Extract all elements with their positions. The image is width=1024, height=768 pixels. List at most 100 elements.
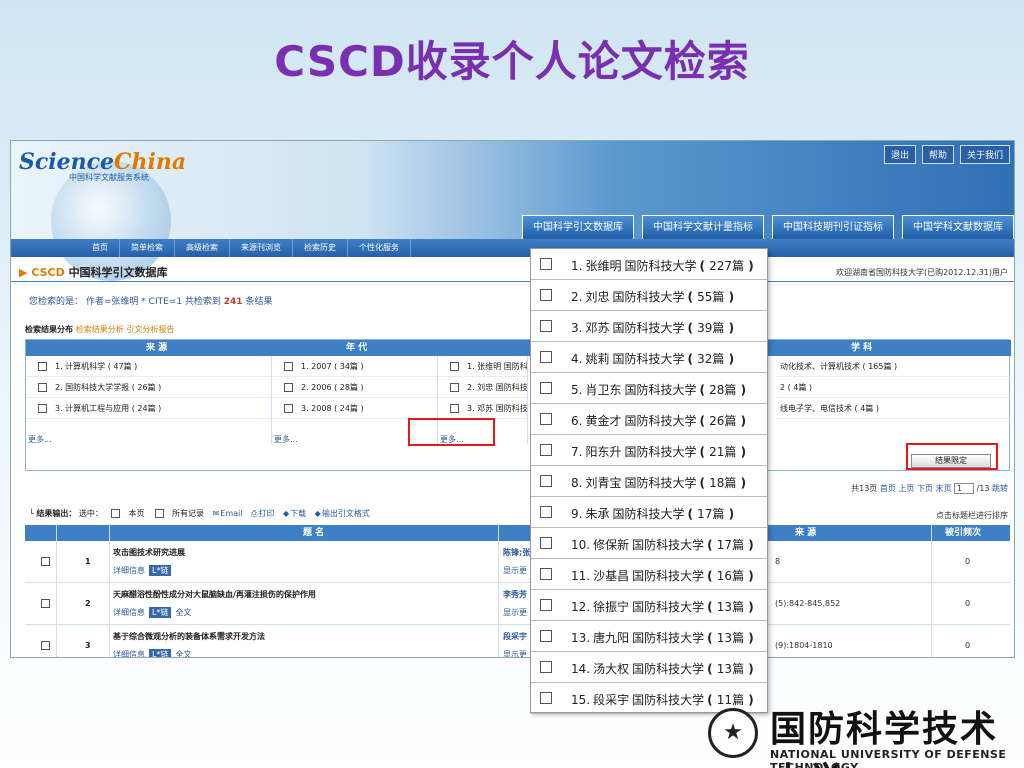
paper-author[interactable]: 李秀芳 [503,589,527,600]
author-item-2[interactable]: 2. 刘忠 国防科技 [467,383,527,392]
welcome-text: 欢迎湖南省国防科技大学(已购2012.12.31)用户 [835,268,1008,277]
header-cited[interactable]: 被引频次 [945,525,981,541]
checkbox[interactable] [284,404,293,413]
detail-link[interactable]: 详细信息 [113,566,145,575]
header-title[interactable]: 题 名 [303,525,324,541]
link-badge[interactable]: L*链 [149,565,172,576]
export-icon: ◆ [314,509,321,518]
paper-title[interactable]: 天麻醋浴性酚性成分对大鼠脑缺血/再灌注损伤的保护作用 [113,589,316,600]
list-item: 线电子学、电信技术 ( 4篇 ) [776,398,1011,419]
paper-title[interactable]: 基于综合微观分析的装备体系需求开发方法 [113,631,265,642]
source-item-3[interactable]: 3. 计算机工程与应用 ( 24篇 ) [55,404,161,413]
distribution-header: 来 源 年 代 学 科 [26,340,1011,356]
next-page-link[interactable]: 下页 [917,484,933,493]
fulltext-link[interactable]: 全文 [175,650,191,657]
source-item-2[interactable]: 2. 国防科技大学学报 ( 26篇 ) [55,383,161,392]
pagination: 共13页 首页 上页 下页 末页 1 /13 跳转 [851,483,1008,494]
checkbox[interactable] [284,362,293,371]
nav-simple-search[interactable]: 简单检索 [120,239,175,257]
more-link-highlight [408,418,495,446]
subject-item-2[interactable]: 2 ( 4篇 ) [780,383,812,392]
checkbox[interactable] [284,383,293,392]
database-tabs: 中国科学引文数据库 中国科学文献计量指标 中国科技期刊引证指标 中国学科文献数据… [522,215,1014,239]
top-author-highlight [530,248,768,713]
checkbox[interactable] [38,383,47,392]
last-page-link[interactable]: 末页 [935,484,951,493]
header-source[interactable]: 来 源 [146,340,167,356]
page-input[interactable]: 1 [954,483,975,494]
list-item: 1. 计算机科学 ( 47篇 ) [26,356,271,377]
show-more-link[interactable]: 显示更 [503,607,527,618]
checkbox[interactable] [41,599,50,608]
year-item-1[interactable]: 1. 2007 ( 34篇 ) [301,362,364,371]
show-more-link[interactable]: 显示更 [503,649,527,657]
nav-advanced-search[interactable]: 高级检索 [175,239,230,257]
print-link[interactable]: 打印 [258,509,274,518]
page-count: 共13页 [851,484,878,493]
link-badge[interactable]: L*链 [149,649,172,657]
download-link[interactable]: 下载 [290,509,306,518]
checkbox[interactable] [41,557,50,566]
tab-subject-db[interactable]: 中国学科文献数据库 [902,215,1014,239]
author-item-3[interactable]: 3. 邓苏 国防科技 [467,404,527,413]
source-more-link[interactable]: 更多... [28,434,52,445]
prev-page-link[interactable]: 上页 [898,484,914,493]
link-badge[interactable]: L*链 [149,607,172,618]
tab-cscd[interactable]: 中国科学引文数据库 [522,215,634,239]
year-more-link[interactable]: 更多... [274,434,298,445]
show-more-link[interactable]: 显示更 [503,565,527,576]
tab-metrics[interactable]: 中国科学文献计量指标 [642,215,764,239]
row-number: 2 [85,599,91,608]
paper-author[interactable]: 陈锋;张 [503,547,530,558]
export-label: 结果输出： [36,509,77,518]
about-link[interactable]: 关于我们 [959,145,1010,164]
year-item-3[interactable]: 3. 2008 ( 24篇 ) [301,404,364,413]
fulltext-link[interactable]: 全文 [175,608,191,617]
cite-format-link[interactable]: 输出引文格式 [322,509,370,518]
analysis-links[interactable]: 检索结果分析 引文分析报告 [76,325,175,334]
checkbox-all-records[interactable] [155,509,165,518]
goto-page-button[interactable]: 跳转 [992,484,1008,493]
source-item-1[interactable]: 1. 计算机科学 ( 47篇 ) [55,362,137,371]
checkbox[interactable] [450,362,459,371]
list-item: 3. 计算机工程与应用 ( 24篇 ) [26,398,271,419]
site-logo[interactable]: ScienceChina 中国科学文献服务系统 [19,149,186,189]
top-links: 退出 帮助 关于我们 [883,145,1010,164]
screenshot-frame: ScienceChina 中国科学文献服务系统 退出 帮助 关于我们 中国科学引… [10,140,1015,658]
author-item-1[interactable]: 1. 张维明 国防科 [467,362,527,371]
db-title-prefix: CSCD [31,266,65,279]
nav-home[interactable]: 首页 [81,239,120,257]
year-item-2[interactable]: 2. 2006 ( 28篇 ) [301,383,364,392]
triangle-icon: ▶ [19,266,28,279]
first-page-link[interactable]: 首页 [880,484,896,493]
checkbox[interactable] [38,404,47,413]
header-subject[interactable]: 学 科 [851,340,872,356]
logout-link[interactable]: 退出 [883,145,916,164]
column-divider [931,525,932,657]
checkbox[interactable] [41,641,50,650]
paper-author[interactable]: 段采宇 [503,631,527,642]
column-divider [56,525,57,657]
header-result-source[interactable]: 来 源 [795,525,816,541]
nav-source-browse[interactable]: 来源刊浏览 [230,239,293,257]
checkbox[interactable] [450,404,459,413]
nav-history[interactable]: 检索历史 [293,239,348,257]
checkbox[interactable] [450,383,459,392]
detail-link[interactable]: 详细信息 [113,650,145,657]
subject-item-3[interactable]: 线电子学、电信技术 ( 4篇 ) [780,404,879,413]
column-divider [498,525,499,657]
help-link[interactable]: 帮助 [921,145,954,164]
header-year[interactable]: 年 代 [346,340,367,356]
slide-title: CSCD收录个人论文检索 [274,37,750,86]
checkbox[interactable] [38,362,47,371]
nav-personal[interactable]: 个性化服务 [348,239,411,257]
subject-item-1[interactable]: 动化技术、计算机技术 ( 165篇 ) [780,362,897,371]
paper-title[interactable]: 攻击图技术研究进展 [113,547,185,558]
tab-journal-citation[interactable]: 中国科技期刊引证指标 [772,215,894,239]
list-item: 2. 2006 ( 28篇 ) [272,377,437,398]
paper-source: 8 [775,557,781,566]
limit-button-highlight [906,443,998,470]
email-link[interactable]: Email [220,509,242,518]
checkbox-this-page[interactable] [111,509,121,518]
detail-link[interactable]: 详细信息 [113,608,145,617]
